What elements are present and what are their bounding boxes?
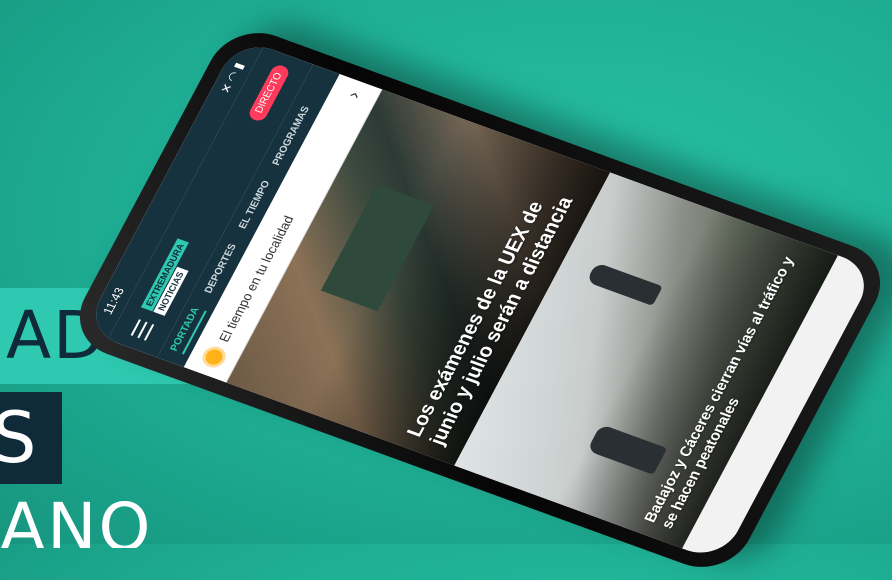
story-2-headline: Badajoz y Cáceres cierran vías al tráfic… (641, 254, 798, 531)
menu-icon[interactable] (130, 319, 155, 341)
sun-icon (202, 347, 226, 367)
story-2-person (586, 262, 663, 306)
chevron-right-icon: › (342, 88, 364, 101)
overlay-word-2: S (0, 392, 62, 484)
story-2-person (586, 424, 668, 475)
live-button[interactable]: DIRECTO (246, 63, 291, 123)
story-1-image (320, 184, 435, 312)
phone-screen: 11:43 ✕ ◠ ▮ EXTREMADURA NOTICIAS DIRECTO… (83, 37, 877, 563)
phone-body: 11:43 ✕ ◠ ▮ EXTREMADURA NOTICIAS DIRECTO… (63, 20, 892, 580)
phone-mockup: 11:43 ✕ ◠ ▮ EXTREMADURA NOTICIAS DIRECTO… (63, 10, 892, 580)
